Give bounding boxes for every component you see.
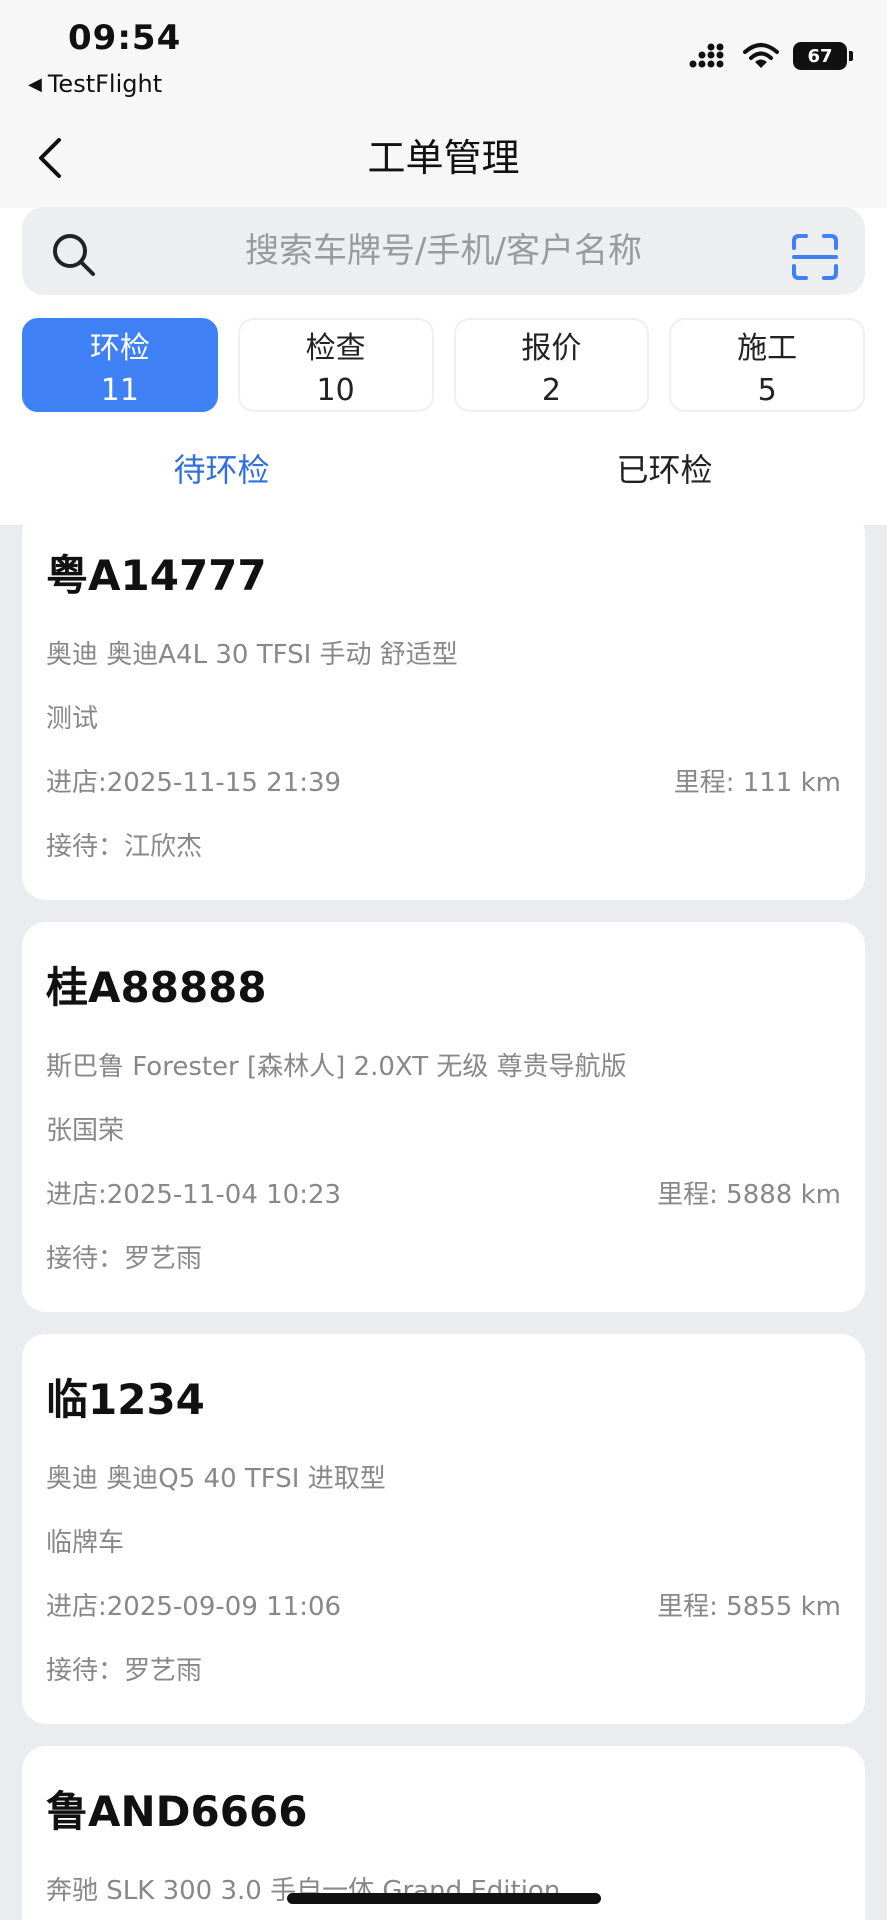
order-card[interactable]: 桂A88888 斯巴鲁 Forester [森林人] 2.0XT 无级 尊贵导航… xyxy=(22,922,865,1312)
plate-number: 桂A88888 xyxy=(46,963,267,1012)
tab-check[interactable]: 检查 10 xyxy=(237,318,434,412)
back-button[interactable] xyxy=(28,130,72,186)
status-subtabs: 待环检 已环检 xyxy=(0,440,887,500)
chevron-left-icon xyxy=(39,138,61,178)
vehicle-model: 斯巴鲁 Forester [森林人] 2.0XT 无级 尊贵导航版 xyxy=(46,1052,627,1082)
vehicle-model: 奥迪 奥迪A4L 30 TFSI 手动 舒适型 xyxy=(46,640,458,670)
search-icon xyxy=(53,234,95,276)
plate-number: 临1234 xyxy=(46,1375,205,1424)
entry-time: 进店:2025-09-09 11:06 xyxy=(46,1592,342,1622)
customer-name: 测试 xyxy=(46,704,99,734)
subtab-pending[interactable]: 待环检 xyxy=(0,440,443,500)
status-icons: 67 xyxy=(689,42,853,70)
back-to-app-link[interactable]: ◀ TestFlight xyxy=(28,70,162,98)
tab-inspection-ring[interactable]: 环检 11 xyxy=(22,318,218,412)
reception-staff: 接待：罗艺雨 xyxy=(46,1656,203,1686)
tab-label: 报价 xyxy=(521,330,582,366)
tab-label: 施工 xyxy=(737,330,798,366)
wifi-icon xyxy=(743,43,779,68)
customer-name: 张国荣 xyxy=(46,1116,125,1146)
reception-staff: 接待：江欣杰 xyxy=(46,832,203,862)
scan-icon[interactable] xyxy=(791,233,839,281)
order-card[interactable]: 粤A14777 奥迪 奥迪A4L 30 TFSI 手动 舒适型 测试 进店:20… xyxy=(22,510,865,900)
order-card[interactable]: 临1234 奥迪 奥迪Q5 40 TFSI 进取型 临牌车 进店:2025-09… xyxy=(22,1334,865,1724)
home-indicator xyxy=(287,1893,601,1904)
mileage: 里程: 5888 km xyxy=(657,1180,841,1210)
search-bar xyxy=(22,207,865,295)
status-time: 09:54 xyxy=(68,18,182,58)
tab-quote[interactable]: 报价 2 xyxy=(453,318,650,412)
customer-name: 临牌车 xyxy=(46,1528,125,1558)
plate-number: 鲁AND6666 xyxy=(46,1787,308,1836)
vehicle-model: 奥迪 奥迪Q5 40 TFSI 进取型 xyxy=(46,1464,386,1494)
page-title: 工单管理 xyxy=(367,136,520,180)
back-app-label: TestFlight xyxy=(47,70,163,98)
entry-time: 进店:2025-11-04 10:23 xyxy=(46,1180,342,1210)
mileage: 里程: 5855 km xyxy=(657,1592,841,1622)
plate-number: 粤A14777 xyxy=(46,551,267,600)
tab-count: 2 xyxy=(541,372,561,408)
battery-icon: 67 xyxy=(793,42,853,70)
search-input[interactable] xyxy=(22,207,865,295)
tab-label: 环检 xyxy=(89,330,150,366)
mileage: 里程: 111 km xyxy=(673,768,841,798)
tab-count: 5 xyxy=(757,372,777,408)
tab-label: 检查 xyxy=(305,330,366,366)
tab-count: 11 xyxy=(100,372,139,408)
entry-time: 进店:2025-11-15 21:39 xyxy=(46,768,342,798)
stage-tabs: 环检 11 检查 10 报价 2 施工 5 xyxy=(22,318,865,412)
tab-count: 10 xyxy=(316,372,355,408)
back-triangle-icon: ◀ xyxy=(28,73,42,95)
subtab-done[interactable]: 已环检 xyxy=(443,440,886,500)
signal-icon xyxy=(689,43,724,68)
tab-construction[interactable]: 施工 5 xyxy=(669,318,865,412)
reception-staff: 接待：罗艺雨 xyxy=(46,1244,203,1274)
